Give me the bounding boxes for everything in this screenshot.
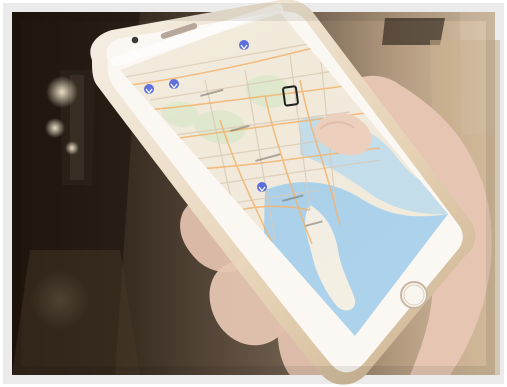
photo-canvas (0, 0, 507, 387)
photo-scene (0, 0, 507, 387)
front-camera (131, 36, 139, 44)
home-button[interactable] (400, 281, 428, 309)
